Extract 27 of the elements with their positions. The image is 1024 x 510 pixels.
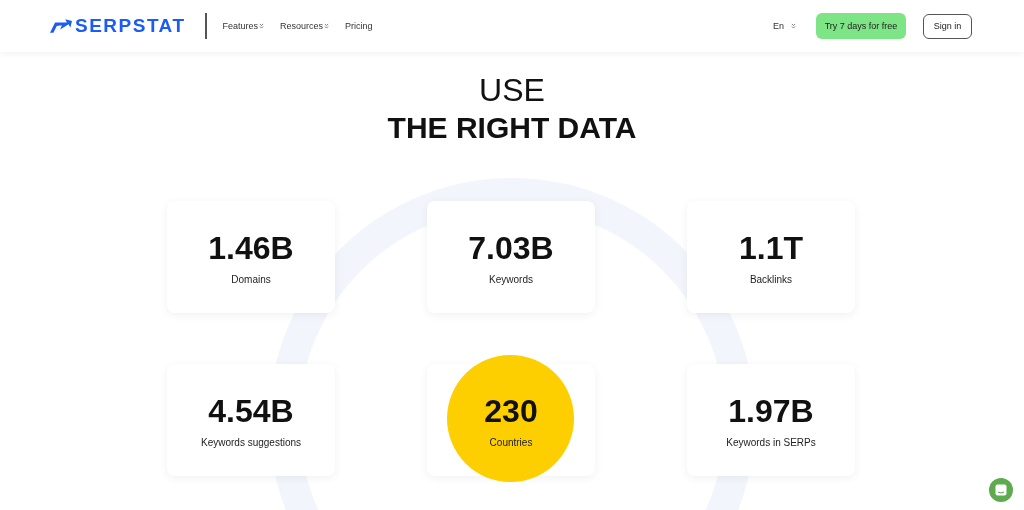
stat-value: 1.46B [208,229,294,266]
stat-label: Backlinks [749,273,793,285]
stat-value: 230 [484,392,538,429]
language-selector[interactable]: En [773,21,796,31]
logo-text[interactable]: SERPSTAT [75,15,186,37]
stat-value: 1.97B [728,392,814,429]
nav-link[interactable]: Features [222,21,265,31]
chat-icon [995,484,1007,496]
logo-icon[interactable] [50,19,72,33]
signin-button[interactable]: Sign in [923,13,972,39]
stat-label: Keywords in SERPs [726,436,816,448]
chevron-icon [259,23,265,29]
chevron-icon [791,23,796,29]
stat-label: Keywords [489,273,533,285]
heading-line: USE [479,72,545,108]
trial-button[interactable]: Try 7 days for free [816,13,906,39]
stat-label: Countries [489,436,533,448]
heading-title: THE RIGHT DATA [387,110,637,146]
nav-link[interactable]: Pricing [345,21,373,31]
nav-link[interactable]: Resources [280,21,330,31]
stat-label: Keywords suggestions [200,436,302,448]
stat-value: 7.03B [468,229,554,266]
stat-value: 4.54B [208,392,294,429]
chevron-icon [324,23,330,29]
chat-button[interactable] [989,478,1013,502]
stat-label: Domains [231,273,271,285]
stat-value: 1.1T [739,229,803,266]
